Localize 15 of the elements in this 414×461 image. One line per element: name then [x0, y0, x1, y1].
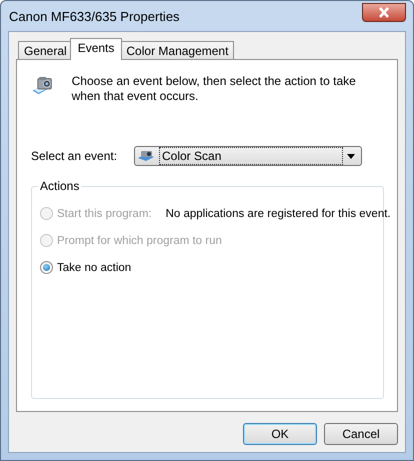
tab[interactable]: Events: [70, 38, 122, 60]
event-dropdown[interactable]: Color Scan: [134, 146, 362, 166]
info-text: No applications are registered for this event.: [166, 208, 391, 220]
dialog-button[interactable]: OK: [243, 423, 317, 445]
dialog-button[interactable]: Cancel: [324, 423, 398, 445]
tab[interactable]: Color Management: [120, 41, 234, 60]
dropdown-value: Color Scan: [159, 147, 343, 165]
description-text: Choose an event below, then select the action to take when that event occurs.: [72, 74, 357, 104]
window-title: Canon MF633/635 Properties: [8, 8, 180, 24]
radio-label: Start this program:: [57, 208, 152, 220]
radio-label: Prompt for which program to run: [57, 234, 222, 246]
group-title: Actions: [38, 179, 82, 193]
field-label: Select an event:: [31, 149, 118, 163]
radio-label: Take no action: [57, 262, 132, 274]
tab[interactable]: General: [18, 41, 73, 60]
